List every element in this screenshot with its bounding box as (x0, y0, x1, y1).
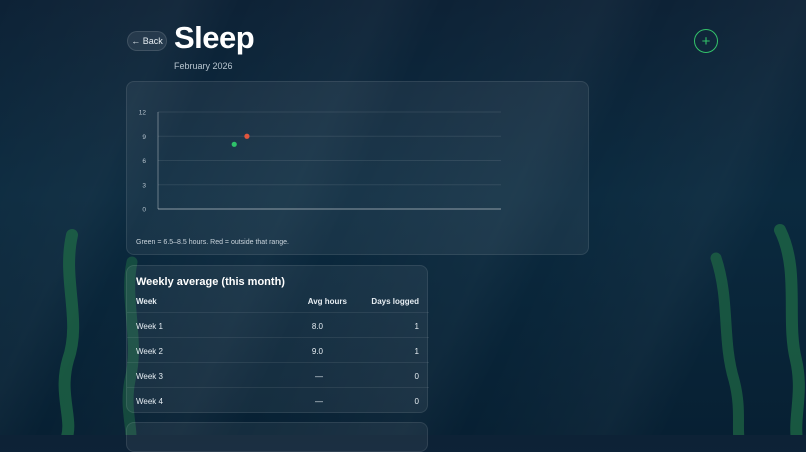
y-tick-label: 9 (142, 134, 146, 141)
weekly-table-title: Weekly average (this month) (136, 276, 285, 288)
y-tick-label: 12 (139, 110, 147, 117)
week-cell: Week 1 (136, 322, 163, 331)
y-tick-label: 3 (142, 182, 146, 189)
plus-icon: + (701, 32, 711, 50)
table-row: Week 3 — 0 (127, 362, 429, 387)
add-entry-button[interactable]: + (694, 29, 718, 53)
sleep-data-point[interactable] (244, 133, 250, 139)
sleep-data-point[interactable] (231, 141, 237, 147)
table-row: Week 2 9.0 1 (127, 337, 429, 362)
table-row: Week 4 — 0 (127, 387, 429, 412)
y-tick-label: 0 (142, 207, 146, 214)
next-card-partial (126, 422, 428, 452)
week-cell: Week 4 (136, 397, 163, 406)
week-cell: Week 3 (136, 372, 163, 381)
table-row: Week 1 8.0 1 (127, 312, 429, 337)
weekly-average-card: Weekly average (this month) Week Avg hou… (126, 265, 429, 413)
back-button[interactable]: ← Back (127, 31, 167, 51)
page-title: Sleep (174, 20, 255, 55)
page-subtitle: February 2026 (174, 61, 233, 71)
column-header-week: Week (136, 297, 157, 306)
chart-legend-note: Green = 6.5–8.5 hours. Red = outside tha… (136, 239, 289, 246)
y-tick-label: 6 (142, 158, 146, 165)
sleep-chart-card: 0 3 6 9 12 Green = 6.5–8.5 hours. Red = outs… (126, 81, 589, 255)
week-cell: Week 2 (136, 347, 163, 356)
sleep-chart: 0 3 6 9 12 (139, 110, 501, 214)
